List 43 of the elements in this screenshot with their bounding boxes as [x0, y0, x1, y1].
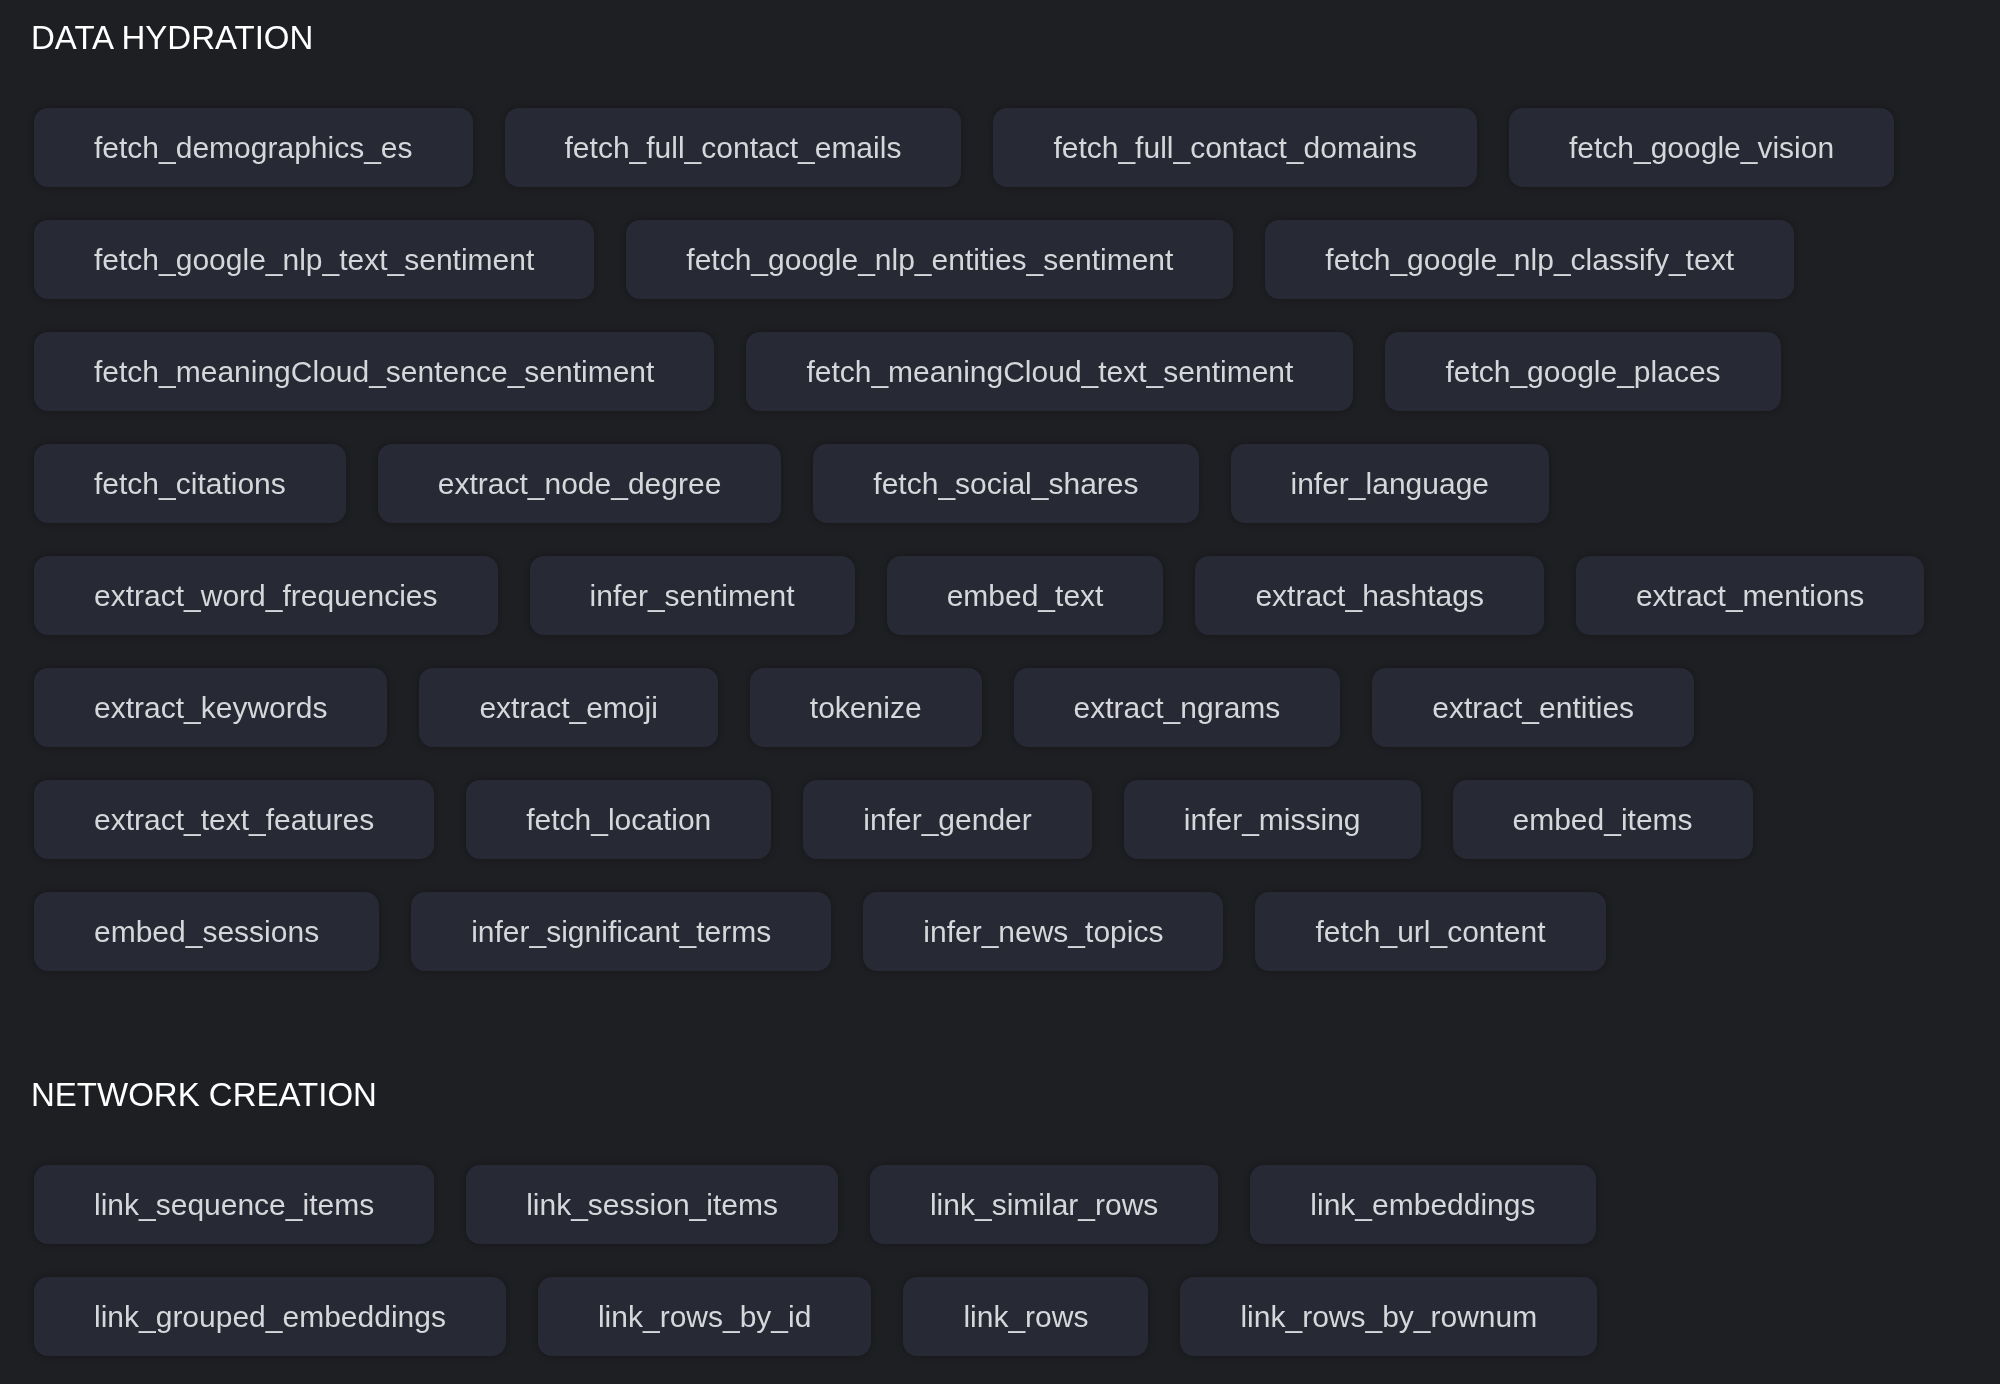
function-chip[interactable]: extract_hashtags — [1195, 556, 1544, 635]
function-chip[interactable]: fetch_url_content — [1255, 892, 1606, 971]
function-chip[interactable]: extract_text_features — [34, 780, 435, 859]
function-chip[interactable]: extract_keywords — [34, 668, 388, 747]
function-chip[interactable]: fetch_location — [466, 780, 772, 859]
function-chip[interactable]: embed_items — [1452, 780, 1753, 859]
function-chip[interactable]: link_sequence_items — [34, 1165, 435, 1244]
section-title: NETWORK CREATION — [31, 1075, 378, 1115]
function-chip[interactable]: link_embeddings — [1250, 1165, 1596, 1244]
function-chip[interactable]: extract_entities — [1372, 668, 1695, 747]
function-chip[interactable]: extract_mentions — [1575, 556, 1925, 635]
function-chip[interactable]: infer_language — [1230, 444, 1549, 523]
function-chip[interactable]: fetch_meaningCloud_text_sentiment — [746, 332, 1354, 411]
function-chip[interactable]: fetch_google_nlp_classify_text — [1265, 220, 1794, 299]
function-chip[interactable]: infer_sentiment — [529, 556, 855, 635]
function-chip[interactable]: extract_node_degree — [377, 444, 782, 523]
function-chip[interactable]: fetch_citations — [34, 444, 346, 523]
function-chip[interactable]: fetch_google_vision — [1508, 108, 1895, 187]
function-chip[interactable]: link_grouped_embeddings — [34, 1277, 506, 1356]
function-chip[interactable]: embed_text — [886, 556, 1164, 635]
function-chip[interactable]: link_similar_rows — [869, 1165, 1219, 1244]
function-chip[interactable]: fetch_google_nlp_text_sentiment — [34, 220, 595, 299]
function-chip[interactable]: infer_significant_terms — [411, 892, 832, 971]
function-chip[interactable]: infer_news_topics — [863, 892, 1224, 971]
function-chip[interactable]: fetch_google_places — [1385, 332, 1781, 411]
function-chip[interactable]: fetch_google_nlp_entities_sentiment — [626, 220, 1234, 299]
function-chip[interactable]: fetch_full_contact_domains — [993, 108, 1477, 187]
function-chip[interactable]: link_rows_by_rownum — [1180, 1277, 1598, 1356]
function-chip[interactable]: extract_word_frequencies — [34, 556, 498, 635]
function-chip[interactable]: infer_gender — [803, 780, 1092, 859]
function-chip[interactable]: tokenize — [749, 668, 982, 747]
function-chip[interactable]: fetch_full_contact_emails — [504, 108, 962, 187]
function-chip[interactable]: embed_sessions — [34, 892, 380, 971]
function-chip[interactable]: extract_emoji — [419, 668, 718, 747]
function-chip[interactable]: link_session_items — [466, 1165, 838, 1244]
function-chip[interactable]: extract_ngrams — [1013, 668, 1341, 747]
function-chip[interactable]: infer_missing — [1123, 780, 1421, 859]
function-chip[interactable]: fetch_meaningCloud_sentence_sentiment — [34, 332, 715, 411]
function-chip[interactable]: link_rows_by_id — [537, 1277, 872, 1356]
function-chip[interactable]: link_rows — [903, 1277, 1149, 1356]
function-chip[interactable]: fetch_social_shares — [813, 444, 1199, 523]
section-title: DATA HYDRATION — [31, 18, 315, 58]
function-chip[interactable]: fetch_demographics_es — [34, 108, 473, 187]
